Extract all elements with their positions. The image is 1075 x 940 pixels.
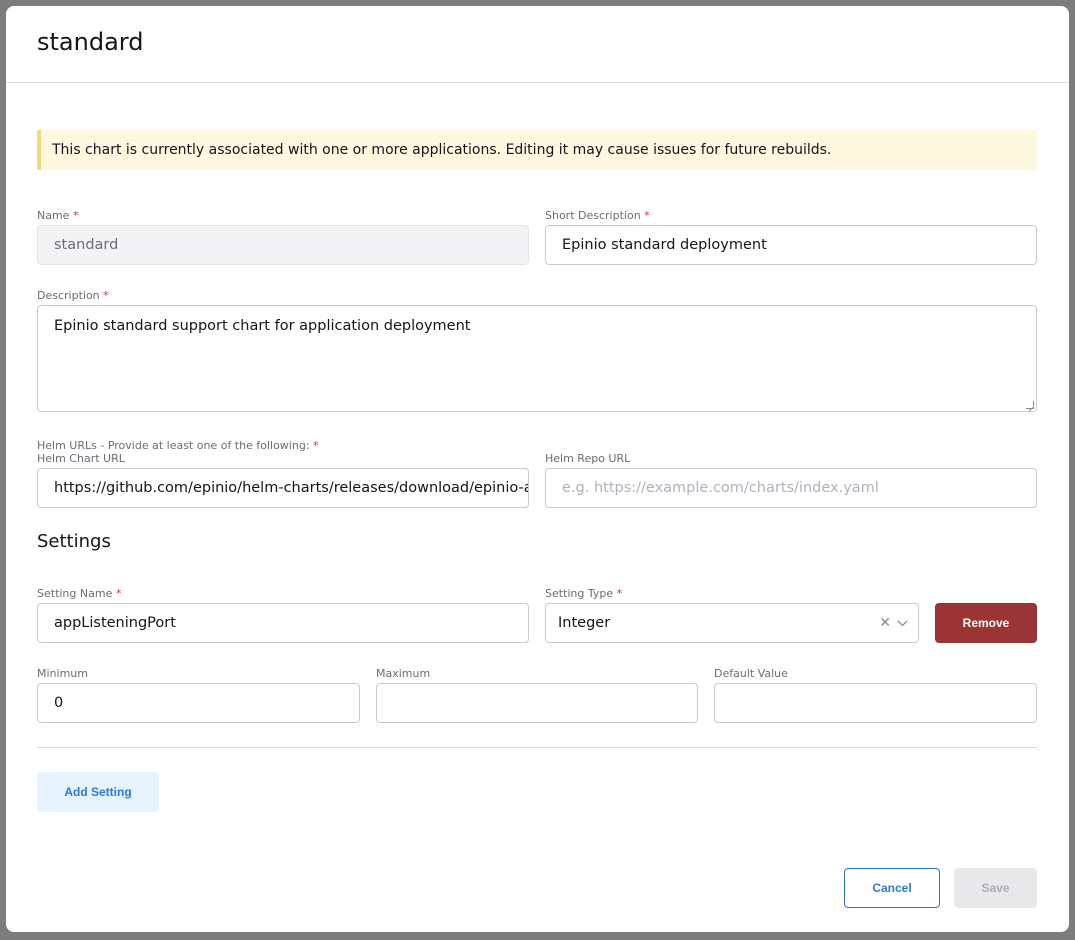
settings-divider	[37, 747, 1037, 748]
helm-chart-url-input[interactable]: https://github.com/epinio/helm-charts/re…	[37, 468, 529, 508]
default-value-input[interactable]	[714, 683, 1037, 723]
setting-type-select[interactable]: Integer ✕	[545, 603, 919, 643]
edit-chart-modal: standard This chart is currently associa…	[6, 6, 1069, 932]
name-label: Name *	[37, 209, 79, 222]
modal-header: standard	[6, 6, 1069, 83]
helm-urls-label: Helm URLs - Provide at least one of the …	[37, 439, 319, 452]
description-textarea[interactable]: Epinio standard support chart for applic…	[37, 305, 1037, 412]
close-icon[interactable]: ✕	[879, 604, 891, 642]
helm-repo-url-label: Helm Repo URL	[545, 452, 631, 465]
name-input[interactable]: standard	[37, 225, 529, 265]
helm-repo-url-input[interactable]: e.g. https://example.com/charts/index.ya…	[545, 468, 1037, 508]
warning-banner: This chart is currently associated with …	[37, 130, 1037, 170]
modal-title: standard	[37, 28, 144, 56]
minimum-label: Minimum	[37, 667, 88, 680]
cancel-button[interactable]: Cancel	[844, 868, 940, 908]
setting-type-value: Integer	[558, 615, 611, 631]
remove-setting-button[interactable]: Remove	[935, 603, 1037, 643]
settings-title: Settings	[37, 531, 111, 552]
short-description-label: Short Description *	[545, 209, 650, 222]
maximum-input[interactable]	[376, 683, 698, 723]
maximum-label: Maximum	[376, 667, 431, 680]
helm-chart-url-label: Helm Chart URL	[37, 452, 125, 465]
description-text: Epinio standard support chart for applic…	[54, 318, 471, 334]
add-setting-button[interactable]: Add Setting	[37, 772, 159, 812]
short-description-input[interactable]: Epinio standard deployment	[545, 225, 1037, 265]
resize-handle-icon[interactable]	[1026, 401, 1034, 409]
minimum-input[interactable]: 0	[37, 683, 360, 723]
chevron-down-icon[interactable]	[897, 604, 908, 642]
setting-type-label: Setting Type *	[545, 587, 623, 600]
setting-name-input[interactable]: appListeningPort	[37, 603, 529, 643]
save-button[interactable]: Save	[954, 868, 1037, 908]
description-label: Description *	[37, 289, 109, 302]
setting-name-label: Setting Name *	[37, 587, 122, 600]
default-value-label: Default Value	[714, 667, 788, 680]
